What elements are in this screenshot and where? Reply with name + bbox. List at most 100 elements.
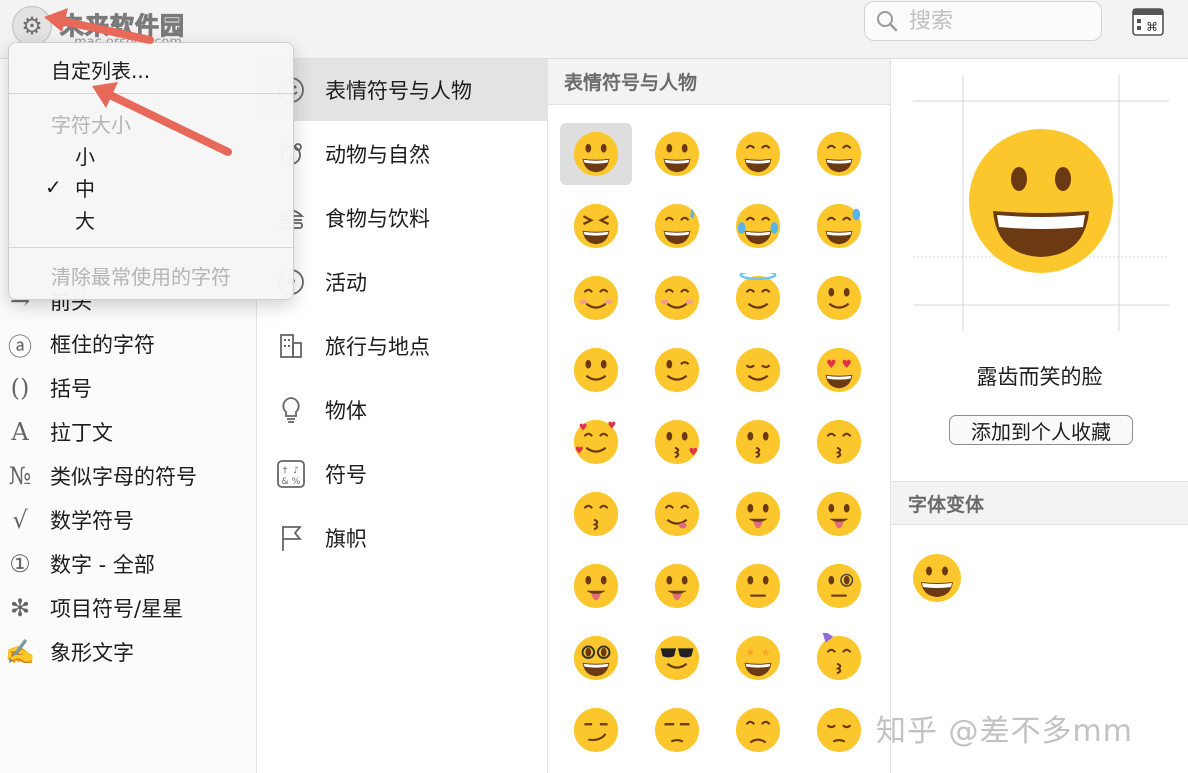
winking-tongue-icon	[573, 563, 619, 609]
yum-emoji[interactable]	[641, 483, 713, 545]
search-box[interactable]	[864, 1, 1102, 41]
sidebar-item-brackets[interactable]: () 括号	[0, 368, 256, 408]
raised-eyebrow-emoji[interactable]	[722, 555, 794, 617]
sidebar-item-letterlike[interactable]: № 类似字母的符号	[0, 456, 256, 496]
grin-icon	[816, 131, 862, 177]
svg-text:★: ★	[761, 645, 771, 659]
category-objects[interactable]: 物体	[257, 379, 547, 441]
relieved-emoji[interactable]	[722, 339, 794, 401]
sidebar-item-bullets[interactable]: ✻ 项目符号/星星	[0, 588, 256, 628]
nerd-icon	[573, 635, 619, 681]
font-variants-header: 字体变体	[891, 481, 1188, 525]
squinting-tongue-emoji[interactable]	[803, 483, 875, 545]
sweat-smile-emoji[interactable]	[641, 195, 713, 257]
grinning-icon	[573, 131, 619, 177]
category-food-drink[interactable]: 食物与饮料	[257, 187, 547, 249]
gear-icon[interactable]: ⚙	[12, 6, 52, 46]
sidebar-item-latin[interactable]: A 拉丁文	[0, 412, 256, 452]
smiley-emoji[interactable]	[641, 123, 713, 185]
yum-icon	[654, 491, 700, 537]
sidebar-item-pictographs[interactable]: ✍ 象形文字	[0, 632, 256, 672]
svg-text:♥: ♥	[689, 446, 698, 458]
category-travel-places[interactable]: 旅行与地点	[257, 315, 547, 377]
search-input[interactable]	[907, 7, 1091, 35]
smirk-emoji[interactable]	[560, 699, 632, 761]
kissing-heart-emoji[interactable]: ♥	[641, 411, 713, 473]
category-label: 符号	[325, 463, 367, 487]
star-struck-emoji[interactable]: ★ ★	[722, 627, 794, 689]
disappointed-emoji[interactable]	[722, 699, 794, 761]
menu-item-size-large[interactable]: 大	[9, 203, 293, 235]
category-symbols[interactable]: † ♪ &% 符号	[257, 443, 547, 505]
symbols-icon: † ♪&%	[277, 460, 305, 488]
smile-icon	[735, 131, 781, 177]
monocle-icon	[816, 563, 862, 609]
category-animals-nature[interactable]: 动物与自然	[257, 123, 547, 185]
add-to-favorites-button[interactable]: 添加到个人收藏	[949, 415, 1133, 445]
sidebar-item-label: 项目符号/星星	[50, 597, 184, 621]
menu-item-size-medium[interactable]: ✓ 中	[9, 171, 293, 203]
unamused-emoji[interactable]	[641, 699, 713, 761]
category-activity[interactable]: 活动	[257, 251, 547, 313]
category-label: 旅行与地点	[325, 335, 430, 359]
category-label: 活动	[325, 271, 367, 295]
tongue-emoji[interactable]	[722, 483, 794, 545]
laughing-emoji[interactable]	[560, 195, 632, 257]
sidebar-item-math[interactable]: √ 数学符号	[0, 500, 256, 540]
font-variant-emoji[interactable]	[911, 552, 963, 604]
joy-emoji[interactable]	[722, 195, 794, 257]
parentheses-icon: ()	[10, 374, 30, 402]
keyboard-viewer-icon[interactable]: ⌘	[1132, 8, 1164, 36]
kissing-heart-icon: ♥	[654, 419, 700, 465]
latin-a-icon: A	[11, 418, 29, 446]
kissing-closed-eyes-icon	[573, 491, 619, 537]
menu-item-customize[interactable]: 自定列表...	[9, 53, 293, 85]
pensive-icon	[816, 707, 862, 753]
blush-emoji[interactable]	[641, 267, 713, 329]
nerd-emoji[interactable]	[560, 627, 632, 689]
winking-tongue-emoji[interactable]	[560, 555, 632, 617]
circled-one-icon: ①	[9, 550, 31, 578]
pensive-emoji[interactable]	[803, 699, 875, 761]
menu-item-label: 中	[75, 176, 95, 201]
slight-smile-emoji[interactable]	[803, 267, 875, 329]
relaxed-emoji[interactable]	[560, 267, 632, 329]
svg-text:♥: ♥	[575, 446, 584, 457]
grid-section-header: 表情符号与人物	[548, 59, 890, 105]
zany-emoji[interactable]	[641, 555, 713, 617]
wink-icon	[654, 347, 700, 393]
smiling-hearts-emoji[interactable]: ♥ ♥ ♥	[560, 411, 632, 473]
partying-emoji[interactable]	[803, 627, 875, 689]
unamused-icon	[654, 707, 700, 753]
sidebar-item-label: 括号	[50, 377, 92, 401]
asterisk-icon: ✻	[9, 594, 31, 622]
innocent-emoji[interactable]	[722, 267, 794, 329]
smile-emoji[interactable]	[722, 123, 794, 185]
grinning-emoji[interactable]	[560, 123, 632, 185]
category-flags[interactable]: 旗帜	[257, 507, 547, 569]
emoji-name: 露齿而笑的脸	[976, 365, 1103, 389]
rofl-emoji[interactable]	[803, 195, 875, 257]
emoji-preview	[913, 75, 1169, 331]
sidebar-item-enclosed[interactable]: ⓐ 框住的字符	[0, 324, 256, 364]
kissing-smiling-eyes-emoji[interactable]	[803, 411, 875, 473]
sidebar-item-digits[interactable]: ① 数字 - 全部	[0, 544, 256, 584]
category-smileys-people[interactable]: 表情符号与人物	[257, 59, 547, 121]
sunglasses-emoji[interactable]	[641, 627, 713, 689]
heart-eyes-emoji[interactable]: ♥ ♥	[803, 339, 875, 401]
kissing-icon	[735, 419, 781, 465]
wink-emoji[interactable]	[641, 339, 713, 401]
joy-icon	[735, 203, 781, 249]
svg-text:♥: ♥	[842, 357, 852, 371]
kissing-closed-eyes-emoji[interactable]	[560, 483, 632, 545]
sidebar-item-label: 框住的字符	[50, 333, 155, 357]
grin-emoji[interactable]	[803, 123, 875, 185]
kissing-emoji[interactable]	[722, 411, 794, 473]
upside-down-emoji[interactable]	[560, 339, 632, 401]
svg-text:♥: ♥	[579, 422, 588, 433]
menu-item-size-small[interactable]: 小	[9, 139, 293, 171]
monocle-emoji[interactable]	[803, 555, 875, 617]
svg-text:♪: ♪	[293, 466, 299, 476]
settings-menu: 自定列表... 字符大小 小 ✓ 中 大 清除最常使用的字符	[8, 42, 294, 300]
menu-item-clear-recents: 清除最常使用的字符	[51, 264, 231, 289]
